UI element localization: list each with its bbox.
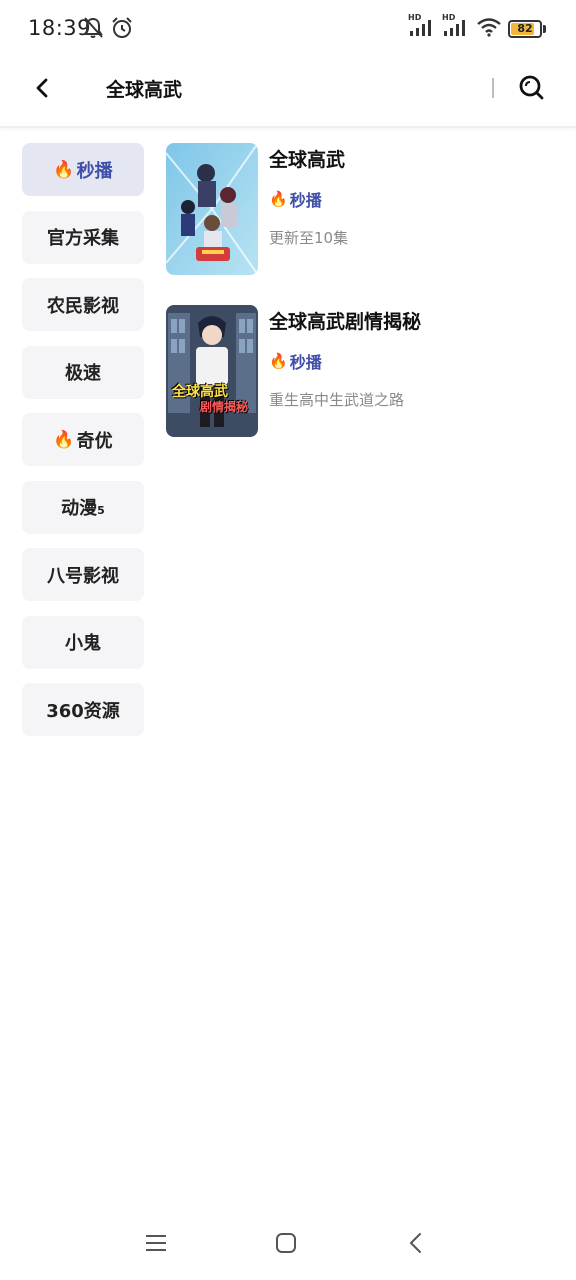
result-source: 🔥 秒播 xyxy=(269,349,322,373)
battery-level: 82 xyxy=(517,22,533,35)
source-item-bahao[interactable]: 八号影视 xyxy=(22,548,144,601)
home-icon xyxy=(274,1231,298,1259)
fire-icon: 🔥 xyxy=(269,352,288,370)
result-title: 全球高武 xyxy=(269,149,346,171)
source-label: 农民影视 xyxy=(47,295,119,317)
menu-button[interactable] xyxy=(136,1228,176,1262)
source-item-jisu[interactable]: 极速 xyxy=(22,345,144,399)
back-icon xyxy=(406,1231,426,1259)
source-item-360[interactable]: 360资源 xyxy=(22,683,144,736)
result-source-label: 秒播 xyxy=(289,191,322,210)
hd-label: HD xyxy=(442,13,456,22)
source-item-guanfang[interactable]: 官方采集 xyxy=(22,210,144,264)
source-label: 极速 xyxy=(65,363,101,384)
source-item-miaobo[interactable]: 🔥 秒播 xyxy=(22,143,144,196)
signal-icon: HD xyxy=(408,13,436,41)
result-source: 🔥 秒播 xyxy=(269,187,322,211)
source-item-xiaogui[interactable]: 小鬼 xyxy=(22,615,144,669)
system-navbar xyxy=(0,1210,576,1280)
nav-back-button[interactable] xyxy=(396,1228,436,1262)
wifi-icon xyxy=(476,17,502,41)
source-item-dongman[interactable]: 动漫 5 xyxy=(22,480,144,534)
search-button[interactable] xyxy=(514,72,548,106)
source-label: 奇优 xyxy=(76,430,113,452)
poster-image: 全球高武 剧情揭秘 xyxy=(166,305,258,437)
source-label: 秒播 xyxy=(76,160,113,182)
chevron-left-icon xyxy=(32,77,52,103)
fire-icon: 🔥 xyxy=(53,159,75,180)
signal-icon: HD xyxy=(442,13,470,41)
fire-icon: 🔥 xyxy=(269,190,288,208)
result-item[interactable]: 全球高武 剧情揭秘 全球高武剧情揭秘 🔥 秒播 重生高中生武道之路 xyxy=(166,305,556,438)
status-right-icons: HD HD 82 xyxy=(408,13,546,41)
poster-image xyxy=(166,143,258,275)
source-item-qiyou[interactable]: 🔥 奇优 xyxy=(22,413,144,466)
status-left-icons xyxy=(82,16,134,44)
result-desc: 重生高中生武道之路 xyxy=(269,391,405,409)
back-button[interactable] xyxy=(26,74,58,106)
result-list: 全球高武 🔥 秒播 更新至10集 全球高武 剧情揭秘 全球高武剧情揭秘 🔥 秒播… xyxy=(166,143,556,467)
bell-off-icon xyxy=(82,16,104,44)
menu-icon xyxy=(144,1232,168,1258)
alarm-icon xyxy=(110,16,134,44)
hd-label: HD xyxy=(408,13,422,22)
app-header: 全球高武 xyxy=(0,58,576,128)
source-suffix: 5 xyxy=(97,503,105,517)
source-label: 动漫 xyxy=(61,498,98,519)
status-bar: 18:39 HD HD 82 xyxy=(0,0,576,58)
header-divider xyxy=(492,78,494,98)
source-label: 官方采集 xyxy=(47,228,119,249)
source-label: 八号影视 xyxy=(47,565,119,587)
source-label: 小鬼 xyxy=(65,633,101,654)
page-title: 全球高武 xyxy=(106,79,183,101)
result-source-label: 秒播 xyxy=(289,353,322,372)
poster-text: 剧情揭秘 xyxy=(200,400,249,414)
result-desc: 更新至10集 xyxy=(269,229,349,247)
result-title: 全球高武剧情揭秘 xyxy=(269,311,422,333)
search-icon xyxy=(517,73,545,105)
fire-icon: 🔥 xyxy=(53,429,75,450)
result-item[interactable]: 全球高武 🔥 秒播 更新至10集 xyxy=(166,143,556,276)
source-label: 360资源 xyxy=(46,700,120,722)
home-button[interactable] xyxy=(266,1228,306,1262)
battery-icon: 82 xyxy=(508,20,546,38)
source-item-nongmin[interactable]: 农民影视 xyxy=(22,278,144,331)
source-list: 🔥 秒播 官方采集 农民影视 极速 🔥 奇优 动漫 5 八号影视 小鬼 360资源 xyxy=(22,143,144,751)
